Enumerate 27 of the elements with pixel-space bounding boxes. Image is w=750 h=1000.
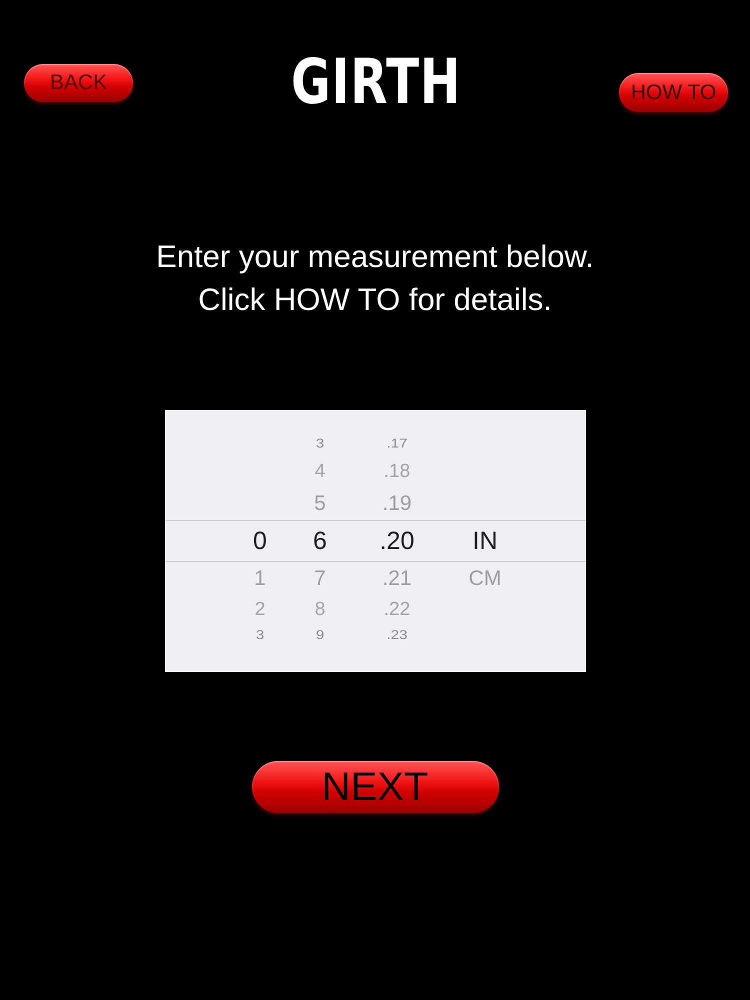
picker-option[interactable]: 8 [290,595,350,623]
picker-option[interactable]: .21 [350,562,444,595]
picker-option[interactable]: 1 [230,562,290,595]
picker-option[interactable]: .17 [350,432,444,454]
measurement-picker[interactable]: 0 1 2 3 3 4 5 6 7 8 9 .17 .18 .19 .20 .21 .22 .23 IN CM [165,410,586,672]
next-button[interactable]: NEXT [252,761,498,813]
picker-option[interactable]: 2 [230,595,290,623]
instruction-text: Click HOW TO for details. [198,281,552,318]
picker-option[interactable]: 9 [290,624,350,646]
picker-option[interactable]: 6 [290,520,350,562]
picker-option[interactable]: 3 [230,624,290,646]
picker-option[interactable]: .22 [350,595,444,623]
picker-option[interactable]: 5 [290,486,350,520]
back-button[interactable]: BACK [24,64,133,102]
instruction-text: Enter your measurement below. [156,238,594,275]
picker-option[interactable]: .18 [350,456,444,486]
picker-option[interactable]: 0 [230,520,290,562]
picker-option[interactable]: .20 [350,520,444,562]
page-title: GIRTH [290,50,462,114]
picker-option[interactable]: IN [444,520,526,562]
picker-option[interactable]: 4 [290,456,350,486]
picker-option[interactable]: 7 [290,562,350,595]
how-to-button[interactable]: HOW TO [618,73,728,112]
picker-option[interactable]: .23 [350,624,444,646]
picker-option[interactable]: 3 [290,432,350,454]
picker-option[interactable]: .19 [350,486,444,520]
picker-option[interactable]: CM [444,562,526,595]
